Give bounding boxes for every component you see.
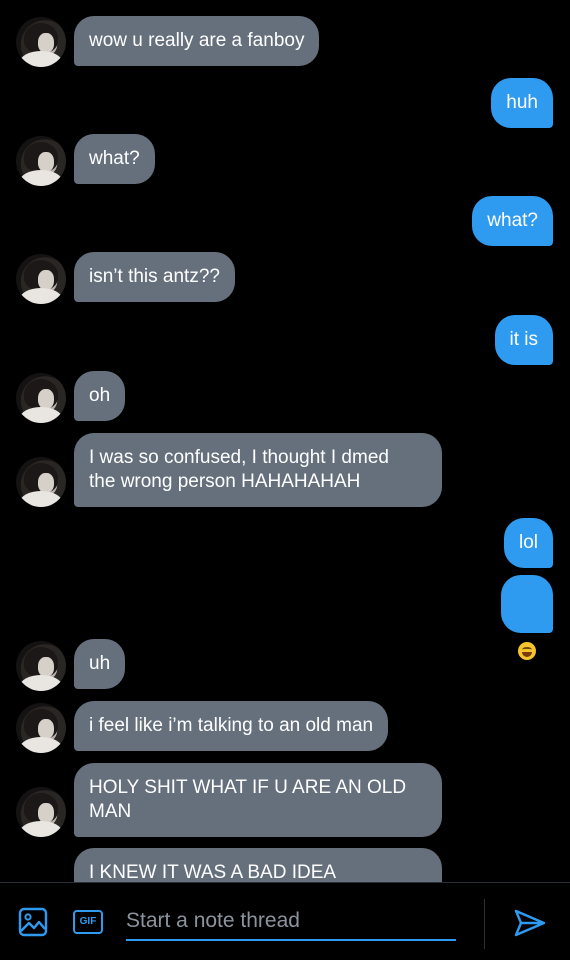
sender-avatar[interactable] xyxy=(16,703,66,753)
sender-avatar[interactable] xyxy=(16,136,66,186)
message-list[interactable]: wow u really are a fanboy huh what? what… xyxy=(0,0,570,882)
sender-avatar[interactable] xyxy=(16,373,66,423)
gif-label: GIF xyxy=(73,910,103,934)
sender-avatar[interactable] xyxy=(16,254,66,304)
sender-avatar[interactable] xyxy=(16,17,66,67)
sender-avatar[interactable] xyxy=(16,787,66,837)
outgoing-message-bubble[interactable]: what? xyxy=(472,196,553,246)
outgoing-message-bubble[interactable]: lol xyxy=(503,518,553,568)
composer-divider xyxy=(484,899,485,949)
incoming-message-bubble[interactable]: I KNEW IT WAS A BAD IDEA xyxy=(74,848,442,882)
sender-avatar[interactable] xyxy=(16,641,66,691)
image-icon[interactable] xyxy=(18,907,48,937)
outgoing-message-bubble[interactable]: it is xyxy=(494,315,553,365)
sender-avatar[interactable] xyxy=(16,457,66,507)
note-thread-input[interactable] xyxy=(126,903,456,941)
message-composer: GIF xyxy=(0,882,570,960)
incoming-message-bubble[interactable]: HOLY SHIT WHAT IF U ARE AN OLD MAN xyxy=(74,763,442,837)
face-with-tears-of-joy-emoji xyxy=(518,642,536,660)
incoming-message-bubble[interactable]: uh xyxy=(74,639,126,689)
outgoing-emoji-bubble[interactable] xyxy=(501,575,553,660)
incoming-message-bubble[interactable]: I was so confused, I thought I dmed the … xyxy=(74,433,442,507)
incoming-message-bubble[interactable]: isn’t this antz?? xyxy=(74,252,235,302)
incoming-message-bubble[interactable]: i feel like i’m talking to an old man xyxy=(74,701,389,751)
incoming-message-bubble[interactable]: wow u really are a fanboy xyxy=(74,16,320,66)
dm-conversation-screen: wow u really are a fanboy huh what? what… xyxy=(0,0,570,960)
send-icon[interactable] xyxy=(512,907,548,939)
gif-button[interactable]: GIF xyxy=(72,909,104,935)
incoming-message-bubble[interactable]: what? xyxy=(74,134,155,184)
outgoing-message-bubble[interactable]: huh xyxy=(491,78,553,128)
incoming-message-bubble[interactable]: oh xyxy=(74,371,126,421)
